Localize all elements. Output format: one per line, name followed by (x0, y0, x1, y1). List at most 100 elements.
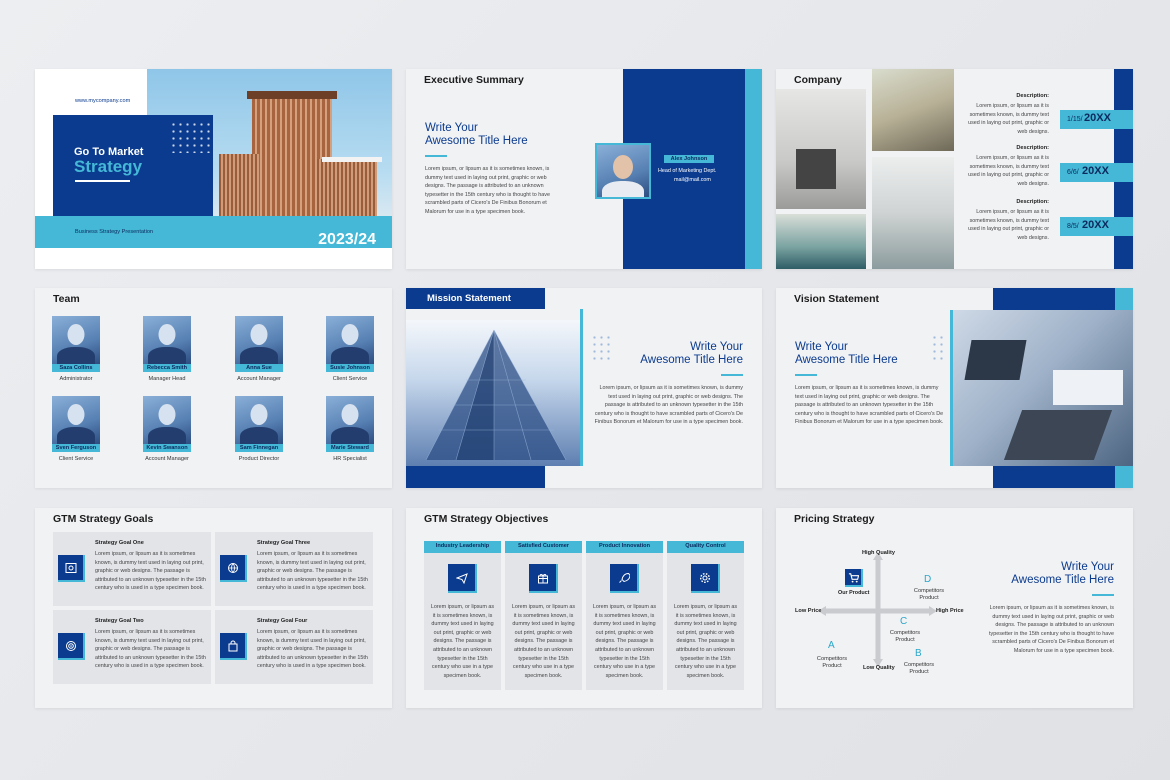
skyscraper-photo (406, 320, 580, 466)
desc-label-1: Description: (1016, 93, 1049, 99)
goal-text: Lorem ipsum, or lipsum as it is sometime… (95, 551, 206, 592)
objective-text: Lorem ipsum, or lipsum as it is sometime… (430, 604, 495, 679)
bottom-navy-block (406, 466, 545, 488)
slide-heading: GTM Strategy Goals (53, 513, 154, 525)
title-accent (1092, 594, 1114, 596)
label-high-quality: High Quality (862, 550, 895, 556)
goal-text: Lorem ipsum, or lipsum as it is sometime… (95, 629, 206, 670)
goal-title: Strategy Goal Two (95, 618, 144, 624)
team-member-photo (326, 316, 374, 364)
team-member-name: Rebecca Smith (143, 364, 191, 372)
goal-title: Strategy Goal Four (257, 618, 308, 624)
objective-text: Lorem ipsum, or lipsum as it is sometime… (673, 604, 738, 679)
team-member-role: Account Manager (145, 456, 189, 462)
person-name: Alex Johnson (664, 155, 714, 163)
shopping-bag-icon (220, 633, 247, 660)
competitor-b-label: Competitors Product (903, 662, 935, 675)
skyscraper-shape (425, 329, 567, 461)
title-accent (721, 374, 743, 376)
rocket-icon (610, 564, 639, 593)
slide-gtm-strategy-objectives[interactable]: GTM Strategy Objectives Industry Leaders… (406, 508, 762, 708)
office-photo-3 (872, 69, 954, 151)
label-low-price: Low Price (795, 608, 822, 614)
title-line2: Awesome Title Here (425, 135, 528, 147)
slide-heading: Team (53, 293, 80, 305)
cover-footer-band: Business Strategy Presentation 2023/24 (35, 216, 392, 248)
team-member-name: Saza Collins (52, 364, 100, 372)
title-line1: Write Your (795, 341, 848, 353)
goal-title: Strategy Goal One (95, 540, 144, 546)
cover-subtitle: Business Strategy Presentation (75, 229, 154, 235)
competitor-c-label: Competitors Product (889, 630, 921, 643)
team-member-name: Sven Ferguson (52, 444, 100, 452)
cyan-accent-bar (580, 309, 583, 466)
slide-company[interactable]: Company Description: Lorem ipsum, or lip… (776, 69, 1133, 269)
paper-plane-icon (448, 564, 477, 593)
slide-heading: Company (794, 74, 842, 86)
team-member-name: Marie Steward (326, 444, 374, 452)
title-line1: Write Your (1061, 561, 1114, 573)
dot-pattern (170, 121, 210, 153)
globe-icon (220, 555, 247, 582)
slide-gtm-strategy-goals[interactable]: GTM Strategy Goals Strategy Goal One Lore… (35, 508, 392, 708)
title-line1: Write Your (425, 122, 478, 134)
desc-text-3: Lorem ipsum, or lipsum as it is sometime… (968, 209, 1049, 241)
gear-icon (691, 564, 720, 593)
mission-paragraph: Lorem ipsum, or lipsum as it is sometime… (594, 385, 743, 426)
safe-icon (58, 555, 85, 582)
competitor-c-letter: C (900, 616, 908, 627)
laptop-photo (953, 310, 1133, 466)
slide-vision-statement[interactable]: Vision Statement Write Your Awesome Titl… (776, 288, 1133, 488)
person-email: mail@mail.com (674, 177, 711, 183)
navy-block-bottom (993, 466, 1115, 488)
title-line1: Write Your (690, 341, 743, 353)
competitor-a-label: Competitors Product (816, 656, 848, 669)
year-3: 20XX (1082, 219, 1109, 231)
cover-year: 2023/24 (318, 231, 376, 248)
office-photo-4 (872, 157, 954, 269)
slide-mission-statement[interactable]: Mission Statement Write Your Awesome Tit… (406, 288, 762, 488)
goal-text: Lorem ipsum, or lipsum as it is sometime… (257, 551, 368, 592)
target-icon (58, 633, 85, 660)
desc-text-2: Lorem ipsum, or lipsum as it is sometime… (968, 155, 1049, 187)
desc-text-1: Lorem ipsum, or lipsum as it is sometime… (968, 103, 1049, 135)
team-member-name: Kevin Swanson (143, 444, 191, 452)
team-member-name: Susie Johnson (326, 364, 374, 372)
label-low-quality: Low Quality (863, 665, 895, 671)
goal-title: Strategy Goal Three (257, 540, 311, 546)
objective-title: Quality Control (667, 541, 744, 553)
label-high-price: High Price (936, 608, 964, 614)
desc-label-2: Description: (1016, 145, 1049, 151)
team-member-name: Sam Finnegan (235, 444, 283, 452)
team-member-photo (52, 396, 100, 444)
year-2: 20XX (1082, 165, 1109, 177)
website-url: www.mycompany.com (75, 98, 131, 104)
objective-title: Satisfied Customer (505, 541, 582, 553)
date-1: 1/15/ (1067, 116, 1083, 123)
slide-executive-summary[interactable]: Executive Summary Write Your Awesome Tit… (406, 69, 762, 269)
objective-text: Lorem ipsum, or lipsum as it is sometime… (511, 604, 576, 679)
office-photo-2 (776, 214, 866, 269)
dot-pattern (931, 334, 947, 364)
gift-box-icon (529, 564, 558, 593)
vision-paragraph: Lorem ipsum, or lipsum as it is sometime… (795, 385, 944, 426)
slide-team[interactable]: Team Saza Collins Administrator Rebecca Sm… (35, 288, 392, 488)
objective-title: Industry Leadership (424, 541, 501, 553)
title-accent (795, 374, 817, 376)
dot-pattern (591, 334, 611, 364)
title-line2: Awesome Title Here (795, 354, 898, 366)
slide-cover[interactable]: www.mycompany.com Go To Market Strategy … (35, 69, 392, 269)
pricing-paragraph: Lorem ipsum, or lipsum as it is sometime… (989, 605, 1114, 654)
date-3: 8/5/ (1067, 223, 1079, 230)
slide-heading: Vision Statement (794, 293, 879, 305)
team-member-name: Anna Sue (235, 364, 283, 372)
team-member-role: Client Service (58, 456, 94, 462)
slide-pricing-strategy[interactable]: Pricing Strategy High Quality Low Qualit… (776, 508, 1133, 708)
slide-heading: GTM Strategy Objectives (424, 513, 549, 525)
slide-heading: Mission Statement (427, 293, 511, 304)
cyan-strip (745, 69, 762, 269)
year-1: 20XX (1084, 112, 1111, 124)
title-line2: Awesome Title Here (1011, 574, 1114, 586)
date-2: 6/6/ (1067, 169, 1079, 176)
team-member-photo (143, 396, 191, 444)
